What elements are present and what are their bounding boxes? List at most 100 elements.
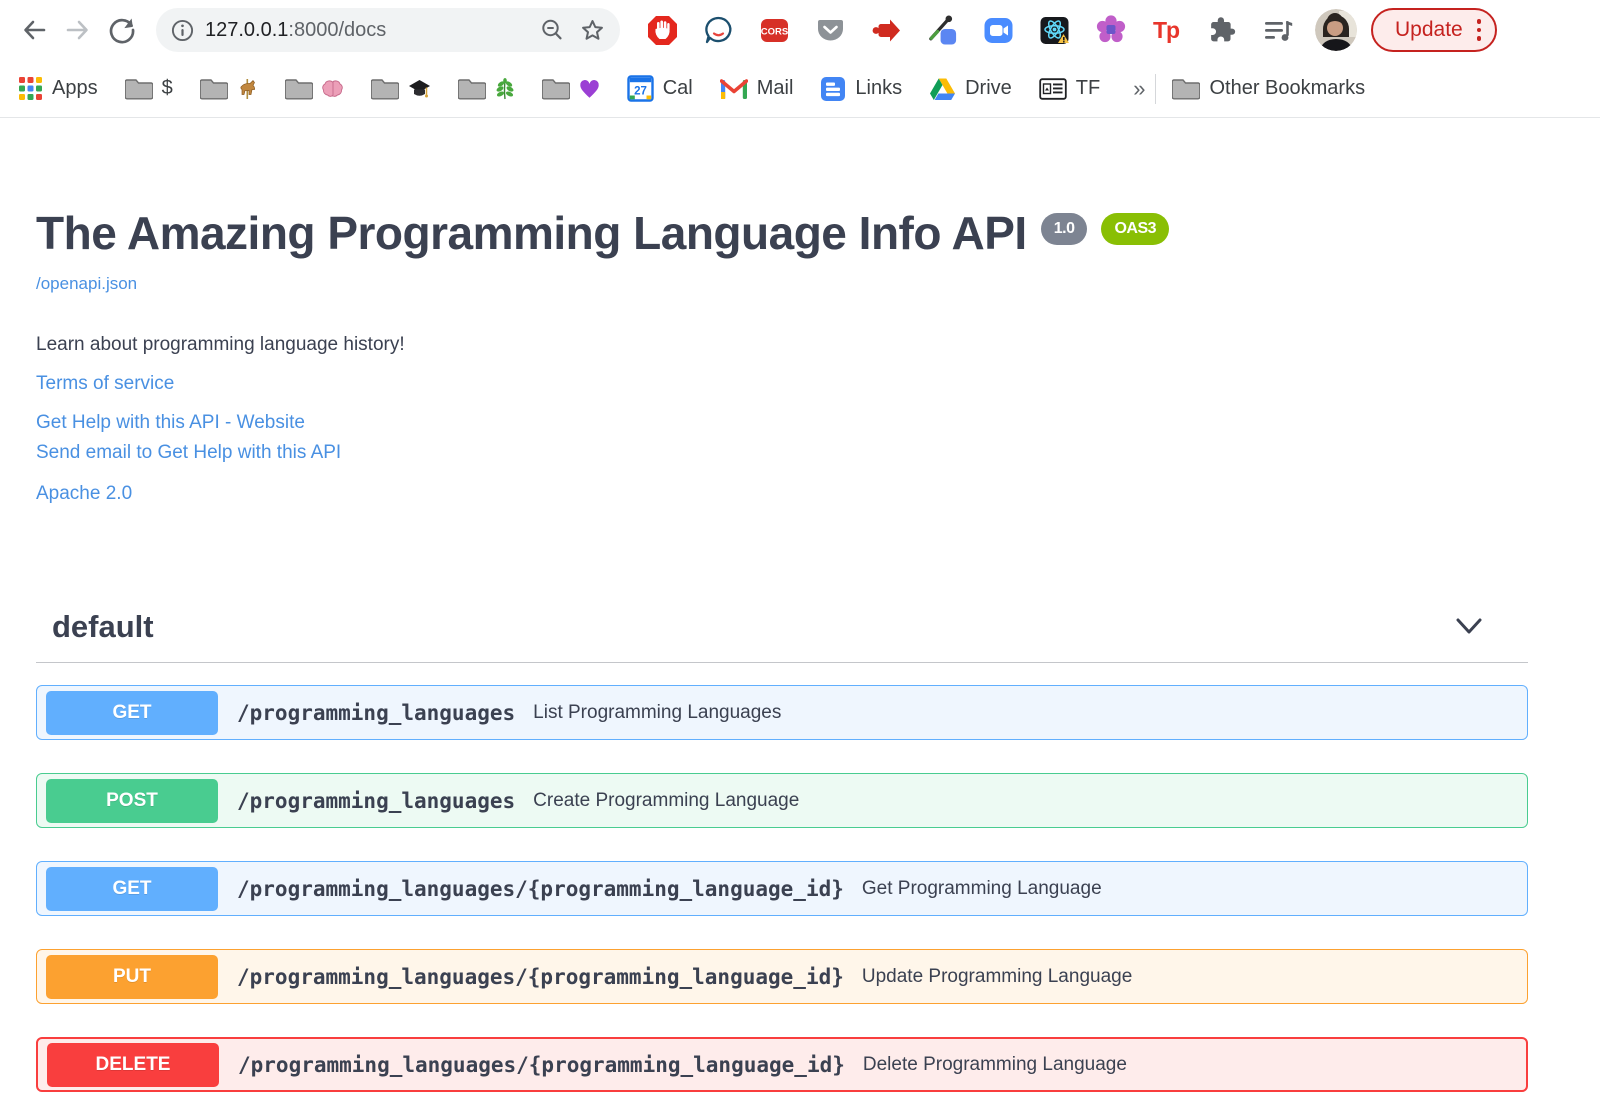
zoom-out-button[interactable] [539, 17, 565, 43]
endpoint-summary: Delete Programming Language [862, 1053, 1127, 1075]
forward-arrow-icon [66, 20, 88, 40]
api-description: Learn about programming language history… [36, 334, 405, 355]
section-header[interactable]: default [36, 609, 1528, 663]
refresh-button[interactable] [100, 8, 144, 52]
update-button-label: Update [1395, 18, 1463, 41]
adblock-extension-icon[interactable] [646, 14, 679, 47]
url-host: 127.0.0.1 [205, 18, 289, 41]
bookmark-label: Mail [756, 77, 794, 99]
folder-icon [1172, 79, 1201, 100]
version-badge: 1.0 [1040, 213, 1088, 245]
endpoint-row-get-one[interactable]: GET /programming_languages/{programming_… [36, 861, 1528, 916]
openapi-json-link[interactable]: /openapi.json [36, 274, 137, 294]
email-help-link[interactable]: Send email to Get Help with this API [36, 442, 341, 464]
endpoint-summary: Update Programming Language [861, 965, 1133, 987]
http-method-badge: GET [46, 690, 218, 735]
folder-icon [457, 79, 486, 100]
oas3-badge: OAS3 [1101, 213, 1170, 245]
google-drive-icon [930, 78, 956, 100]
folder-icon [370, 79, 399, 100]
endpoint-path: /programming_languages [237, 788, 516, 813]
website-help-link[interactable]: Get Help with this API - Website [36, 412, 305, 434]
bookmarks-overflow-chevron[interactable]: » [1133, 76, 1145, 102]
star-outline-icon [582, 19, 603, 40]
folder-icon [284, 79, 313, 100]
endpoint-row-delete[interactable]: DELETE /programming_languages/{programmi… [36, 1037, 1528, 1092]
page-info-icon[interactable] [170, 18, 195, 43]
apps-shortcut[interactable]: Apps [18, 76, 98, 101]
carousel-horse-icon [240, 78, 255, 99]
dollar-sign-icon: $ [161, 77, 173, 99]
bookmark-label: Cal [662, 77, 693, 99]
profile-avatar[interactable] [1315, 9, 1357, 51]
endpoint-row-get-list[interactable]: GET /programming_languages List Programm… [36, 685, 1528, 740]
license-link[interactable]: Apache 2.0 [36, 483, 132, 505]
endpoint-path: /programming_languages/{programming_lang… [238, 1052, 845, 1077]
terms-of-service-link[interactable]: Terms of service [36, 373, 174, 395]
bookmark-folder-graduation-cap[interactable] [370, 77, 431, 100]
react-devtools-extension-icon[interactable] [1038, 14, 1071, 47]
card-document-icon [1039, 77, 1067, 100]
bookmark-label: Links [855, 77, 903, 99]
kebab-menu-icon[interactable] [1476, 19, 1482, 41]
music-playlist-extension-icon[interactable] [1262, 14, 1295, 47]
endpoint-path: /programming_languages/{programming_lang… [237, 964, 844, 989]
back-arrow-icon [24, 20, 46, 40]
api-title-text: The Amazing Programming Language Info AP… [36, 207, 1027, 259]
graduation-cap-icon [408, 80, 430, 98]
extension-tray: CORS Tp [646, 14, 1295, 47]
bookmark-mail[interactable]: Mail [719, 77, 794, 100]
svg-text:27: 27 [634, 86, 647, 98]
url-bar[interactable]: 127.0.0.1:8000/docs [156, 8, 620, 52]
zoom-extension-icon[interactable] [982, 14, 1015, 47]
endpoint-row-put-update[interactable]: PUT /programming_languages/{programming_… [36, 949, 1528, 1004]
bookmark-label: Drive [965, 77, 1012, 99]
purple-flower-extension-icon[interactable] [1094, 14, 1127, 47]
update-button[interactable]: Update [1371, 8, 1498, 52]
browser-toolbar: 127.0.0.1:8000/docs CORS T p Update [0, 0, 1600, 60]
cors-extension-icon[interactable]: CORS [758, 14, 791, 47]
red-arrow-extension-icon[interactable] [870, 14, 903, 47]
pocket-extension-icon[interactable] [814, 14, 847, 47]
collapse-section-button[interactable] [1454, 617, 1484, 637]
bookmark-drive[interactable]: Drive [929, 77, 1012, 101]
bookmark-links[interactable]: Links [820, 76, 902, 102]
chat-bubble-extension-icon[interactable] [702, 14, 735, 47]
bookmarks-separator [1155, 73, 1157, 104]
endpoint-summary: Create Programming Language [533, 789, 800, 811]
swagger-ui: The Amazing Programming Language Info AP… [0, 118, 1600, 1092]
apps-grid-icon [19, 77, 42, 100]
back-button[interactable] [12, 8, 56, 52]
api-info-links: Terms of service Get Help with this API … [36, 373, 1600, 505]
svg-text:p: p [1166, 17, 1180, 43]
gmail-icon [719, 78, 748, 99]
bookmark-folder-brain[interactable] [284, 77, 344, 100]
brain-icon [321, 80, 343, 97]
endpoint-row-post-create[interactable]: POST /programming_languages Create Progr… [36, 773, 1528, 828]
other-bookmarks-label: Other Bookmarks [1209, 77, 1366, 99]
blue-list-icon [821, 76, 846, 101]
bookmark-tf[interactable]: TF [1039, 77, 1100, 100]
folder-icon [199, 79, 228, 100]
purple-heart-icon [579, 79, 599, 98]
page-title: The Amazing Programming Language Info AP… [36, 206, 1600, 261]
bookmark-folder-dollar[interactable]: $ [124, 77, 173, 100]
extensions-puzzle-icon[interactable] [1206, 14, 1239, 47]
svg-text:CORS: CORS [761, 26, 788, 37]
other-bookmarks[interactable]: Other Bookmarks [1172, 77, 1365, 100]
bookmark-folder-purple-heart[interactable] [541, 77, 600, 100]
forward-button[interactable] [56, 8, 100, 52]
google-calendar-icon: 27 [627, 75, 654, 102]
tp-extension-icon[interactable]: Tp [1150, 14, 1183, 47]
bookmarks-bar: Apps $ 27 Cal Mail Links Drive TF » Othe… [0, 60, 1600, 118]
bookmark-folder-herb[interactable] [457, 77, 515, 100]
bookmark-star-button[interactable] [579, 17, 606, 44]
endpoint-summary: Get Programming Language [861, 877, 1102, 899]
http-method-badge: DELETE [47, 1042, 219, 1087]
http-method-badge: GET [46, 866, 218, 911]
endpoint-path: /programming_languages/{programming_lang… [237, 876, 844, 901]
apps-label: Apps [52, 77, 98, 99]
bookmark-calendar[interactable]: 27 Cal [627, 75, 693, 102]
color-eyedropper-extension-icon[interactable] [926, 14, 959, 47]
bookmark-folder-carousel-horse[interactable] [199, 77, 258, 100]
